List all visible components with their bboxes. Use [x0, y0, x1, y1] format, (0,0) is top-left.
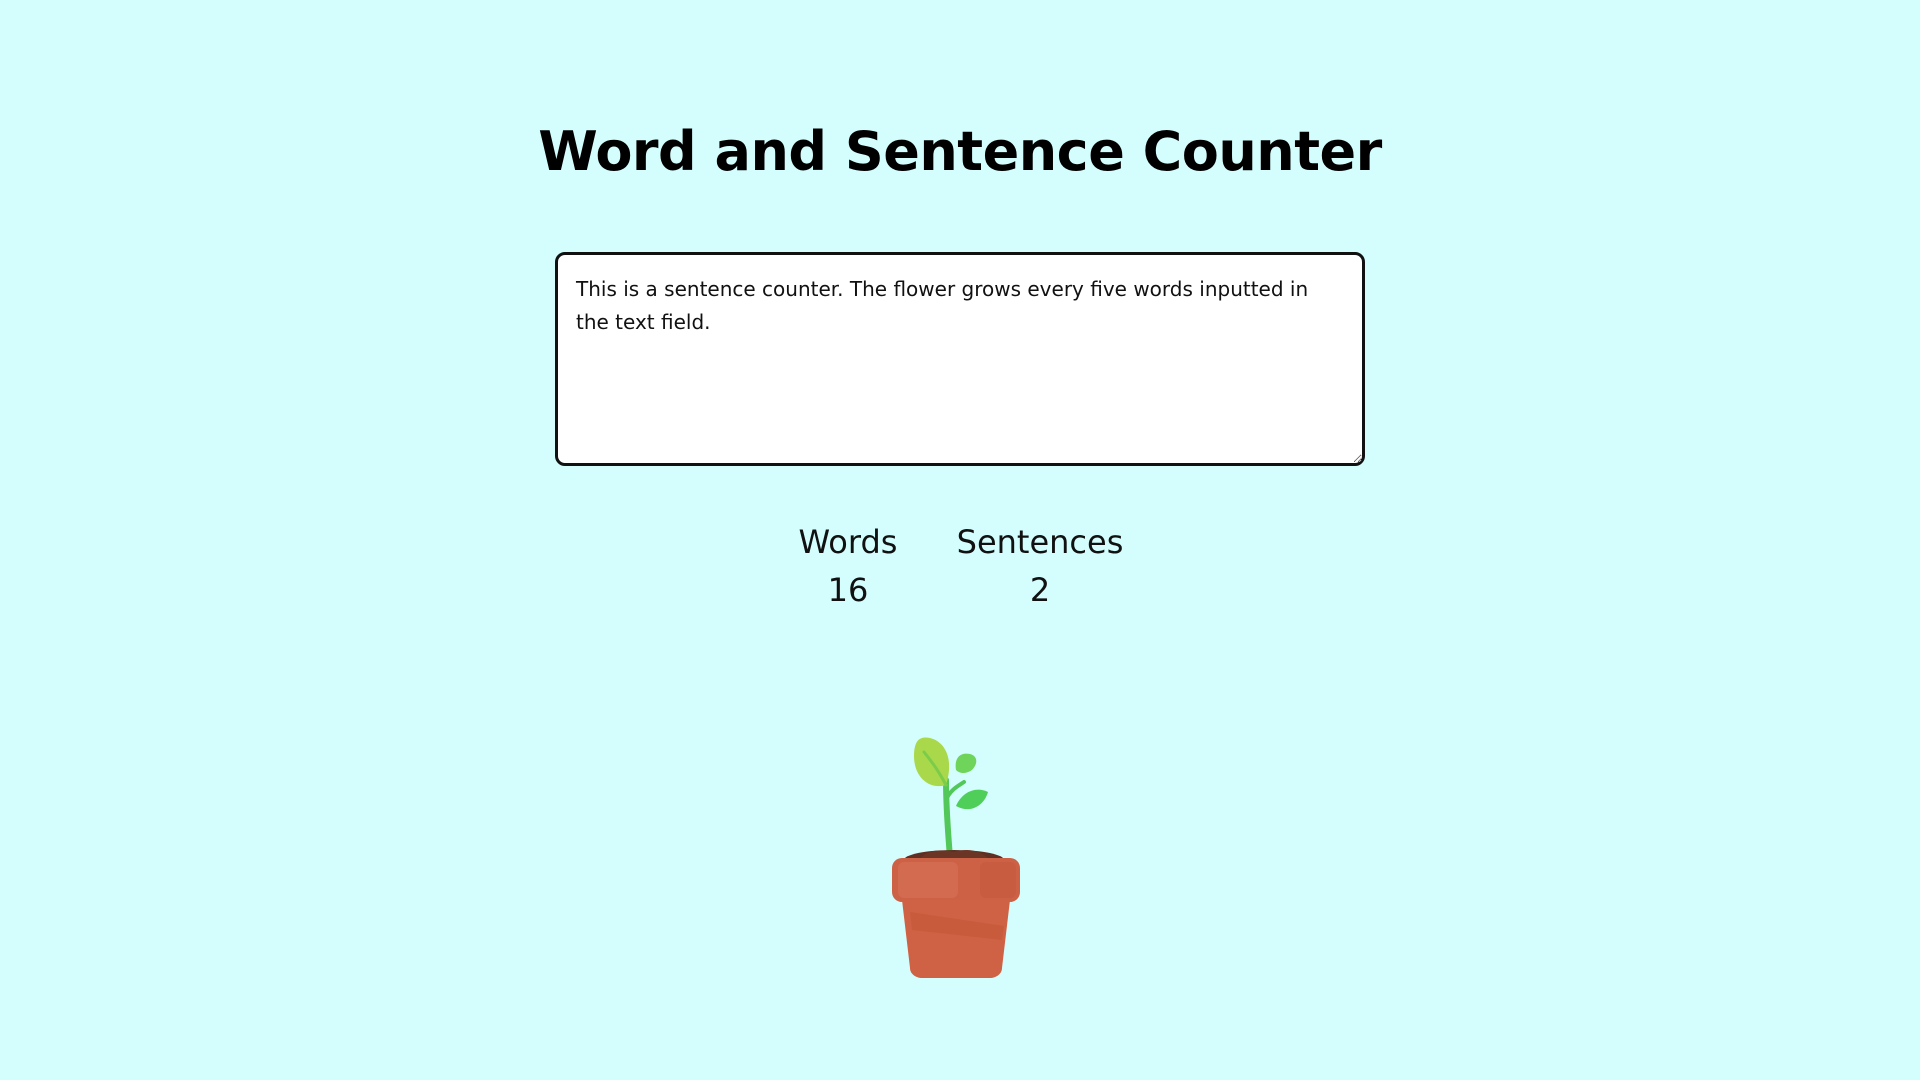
potted-sprout-illustration	[880, 730, 1040, 980]
page: Word and Sentence Counter Words 16 Sente…	[0, 0, 1920, 1080]
text-input-container	[555, 252, 1365, 466]
text-input[interactable]	[555, 252, 1365, 466]
words-stat: Words 16	[770, 518, 926, 614]
sentences-label: Sentences	[956, 523, 1124, 561]
sentences-count: 2	[1029, 571, 1051, 609]
stats-panel: Words 16 Sentences 2	[770, 518, 1150, 618]
potted-sprout-icon	[892, 737, 1020, 978]
page-title: Word and Sentence Counter	[538, 120, 1382, 183]
sentences-stat: Sentences 2	[950, 518, 1130, 614]
words-label: Words	[798, 523, 898, 561]
words-count: 16	[827, 571, 869, 609]
